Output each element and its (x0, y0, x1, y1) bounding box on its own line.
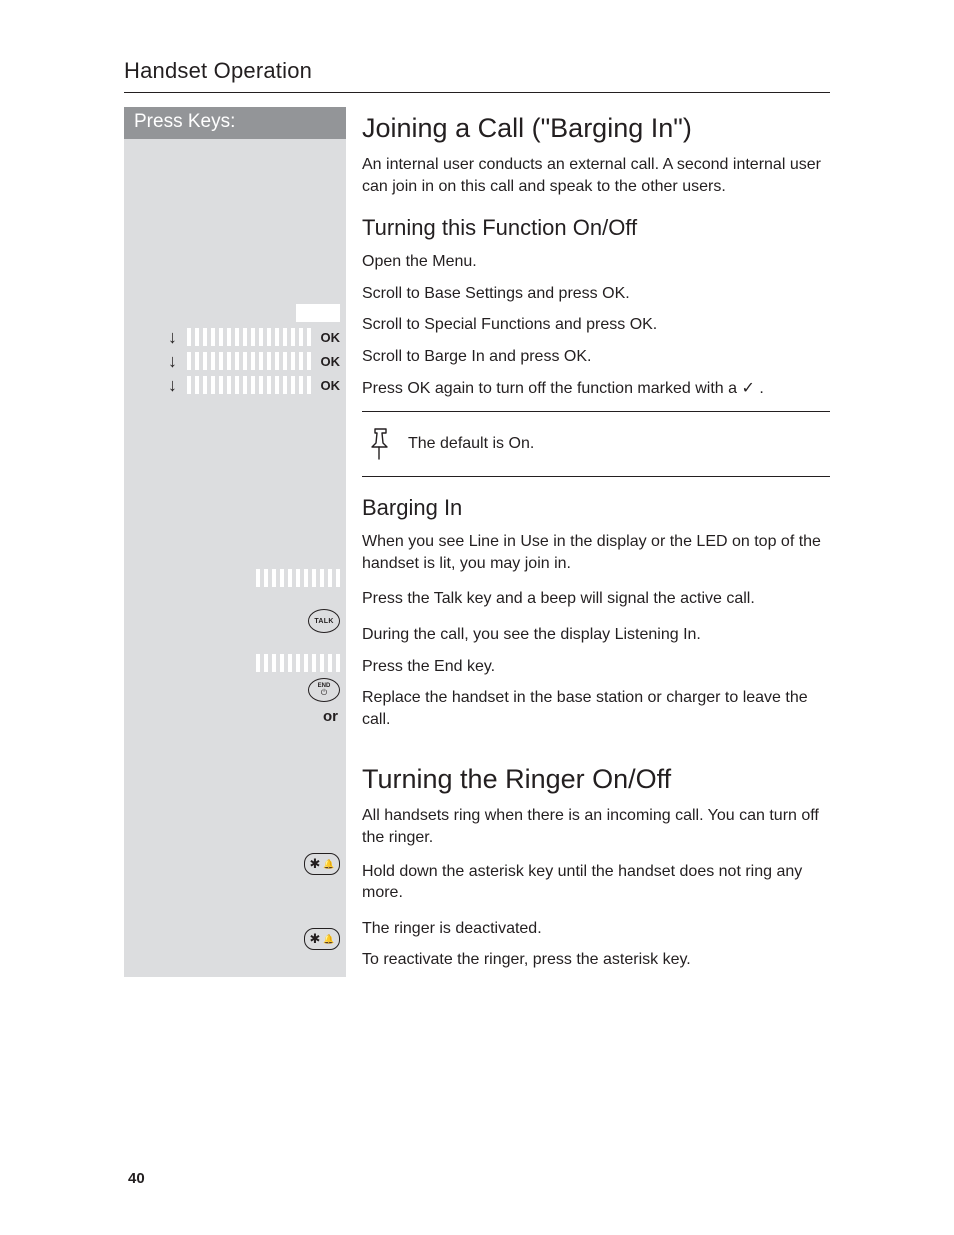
content-columns: Press Keys: ↓ OK ↓ (124, 107, 830, 977)
step-listening-in: During the call, you see the display Lis… (362, 620, 830, 652)
bell-icon: 🔔 (323, 860, 334, 869)
note-text: The default is On. (408, 435, 534, 453)
step-press-ok-again: Press OK again to turn off the function … (362, 374, 830, 406)
key-row-or: or (124, 705, 346, 749)
sidebar-spacer (124, 267, 346, 301)
key-row-end: END⏻ (124, 675, 346, 705)
sidebar-title: Press Keys: (124, 107, 346, 139)
display-placeholder-icon (187, 328, 311, 346)
ok-label: OK (321, 378, 341, 393)
sidebar-spacer (124, 531, 346, 563)
down-arrow-icon: ↓ (168, 328, 177, 346)
key-row-scroll-ok: ↓ OK (124, 349, 346, 373)
step-special-functions: Scroll to Special Functions and press OK… (362, 310, 830, 342)
manual-page: Handset Operation Press Keys: ↓ OK (124, 58, 830, 977)
pushpin-icon (366, 426, 392, 462)
intro-paragraph: An internal user conducts an external ca… (362, 154, 830, 197)
main-text-column: Joining a Call ("Barging In") An interna… (346, 107, 830, 977)
sidebar-spacer (124, 147, 346, 211)
talk-key-label: TALK (314, 618, 333, 625)
step-line-in-use: When you see Line in Use in the display … (362, 527, 830, 584)
display-placeholder-icon (256, 569, 340, 587)
display-placeholder-icon (256, 654, 340, 672)
or-label: or (323, 708, 338, 725)
sidebar-spacer (124, 211, 346, 267)
step-text: . (755, 380, 764, 397)
page-number: 40 (128, 1170, 145, 1187)
step-text: Press OK again to turn off the function … (362, 380, 741, 397)
sidebar-spacer (124, 895, 346, 925)
check-icon: ✓ (741, 380, 754, 397)
display-placeholder-icon (187, 352, 311, 370)
key-row-menu (124, 301, 346, 325)
asterisk-key-icon: ✱🔔 (304, 853, 340, 875)
key-row-asterisk: ✱🔔 (124, 851, 346, 895)
key-column: ↓ OK ↓ OK ↓ OK (124, 139, 346, 977)
key-row-scroll-ok: ↓ OK (124, 373, 346, 397)
header-rule (124, 92, 830, 93)
menu-key-icon (296, 304, 340, 322)
ok-label: OK (321, 330, 341, 345)
key-row-display (124, 563, 346, 607)
heading-ringer-on-off: Turning the Ringer On/Off (362, 764, 830, 795)
heading-joining-call: Joining a Call ("Barging In") (362, 113, 830, 144)
bell-icon: 🔔 (323, 935, 334, 944)
step-press-talk: Press the Talk key and a beep will signa… (362, 584, 830, 620)
sidebar-spacer (124, 749, 346, 805)
sidebar-spacer (124, 397, 346, 441)
subheading-barging-in: Barging In (362, 495, 830, 521)
ringer-intro: All handsets ring when there is an incom… (362, 805, 830, 848)
step-ringer-deactivated: The ringer is deactivated. (362, 914, 830, 946)
press-keys-sidebar: Press Keys: ↓ OK ↓ (124, 107, 346, 977)
down-arrow-icon: ↓ (168, 376, 177, 394)
key-row-asterisk: ✱🔔 (124, 925, 346, 953)
down-arrow-icon: ↓ (168, 352, 177, 370)
step-barge-in: Scroll to Barge In and press OK. (362, 342, 830, 374)
subheading-turning-on-off: Turning this Function On/Off (362, 215, 830, 241)
key-row-display (124, 651, 346, 675)
ok-label: OK (321, 354, 341, 369)
step-hold-asterisk: Hold down the asterisk key until the han… (362, 857, 830, 914)
display-placeholder-icon (187, 376, 311, 394)
key-row-talk: TALK (124, 607, 346, 651)
talk-key-icon: TALK (308, 609, 340, 633)
step-press-end: Press the End key. (362, 652, 830, 684)
step-base-settings: Scroll to Base Settings and press OK. (362, 279, 830, 311)
power-icon: ⏻ (321, 689, 327, 697)
step-open-menu: Open the Menu. (362, 247, 830, 279)
note-rule-bottom (362, 476, 830, 477)
step-replace-handset: Replace the handset in the base station … (362, 683, 830, 740)
note-default-on: The default is On. (362, 412, 830, 476)
step-reactivate-ringer: To reactivate the ringer, press the aste… (362, 945, 830, 977)
sidebar-spacer (124, 441, 346, 531)
running-header: Handset Operation (124, 58, 830, 84)
sidebar-spacer (124, 805, 346, 851)
end-key-icon: END⏻ (308, 678, 340, 702)
asterisk-key-icon: ✱🔔 (304, 928, 340, 950)
key-row-scroll-ok: ↓ OK (124, 325, 346, 349)
